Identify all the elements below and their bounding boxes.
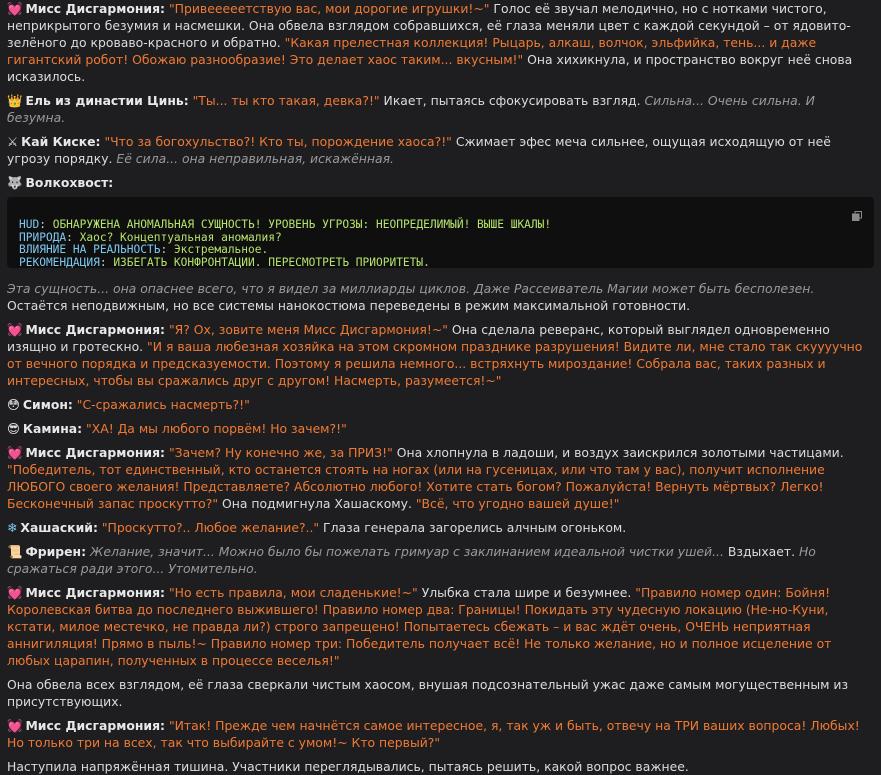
speech: "Проскутто?.. Любое желание?.." xyxy=(97,520,320,535)
snowflake-icon: ❄ xyxy=(7,520,18,535)
thought: Её сила... она неправильная, искажённая. xyxy=(116,151,394,166)
speaker-name: Мисс Дисгармония: xyxy=(25,445,166,460)
paragraph-wolf-thought: Эта сущность... она опаснее всего, что я… xyxy=(7,280,874,314)
swords-icon: ⚔ xyxy=(7,134,19,149)
paragraph-simon: 😳 Симон: "С-сражались насмерть?!" xyxy=(7,396,874,413)
chat-message-content: 💓 Мисс Дисгармония: "Привееееетствую вас,… xyxy=(0,0,881,775)
narration: Остаётся неподвижным, но все системы нан… xyxy=(7,298,691,313)
speech: "Всё, что угодно вашей душе!" xyxy=(415,496,620,511)
speech: "Зачем? Ну конечно же, за ПРИЗ!" xyxy=(165,445,393,460)
narration: Она подмигнула Хашаскому. xyxy=(218,496,416,511)
paragraph-el: 👑 Ель из династии Цинь: "Ты... ты кто так… xyxy=(7,92,874,126)
narration: Улыбка стала шире и безумнее. xyxy=(417,585,636,600)
speech: "Но есть правила, мои сладенькие!~" xyxy=(165,585,418,600)
speech: "Что за богохульство?! Кто ты, порождени… xyxy=(100,134,452,149)
heart-icon: 💓 xyxy=(7,445,23,460)
narration: Она хлопнула в ладоши, и воздух заискрил… xyxy=(392,445,844,460)
heart-icon: 💓 xyxy=(7,718,23,733)
speech: "С-сражались насмерть?!" xyxy=(72,397,250,412)
thought: Желание, значит... Можно было бы пожелат… xyxy=(86,544,724,559)
paragraph-kai: ⚔ Кай Киске: "Что за богохульство?! Кто т… xyxy=(7,133,874,167)
paragraph-closing: Наступила напряжённая тишина. Участники … xyxy=(7,758,874,775)
heart-icon: 💓 xyxy=(7,1,23,16)
narration: Вздыхает. xyxy=(723,544,799,559)
heart-icon: 💓 xyxy=(7,585,23,600)
heart-icon: 💓 xyxy=(7,322,23,337)
crown-icon: 👑 xyxy=(7,93,23,108)
copy-icon[interactable] xyxy=(852,211,862,221)
speaker-name: Мисс Дисгармония: xyxy=(25,322,166,337)
scroll-icon: 📜 xyxy=(7,544,23,559)
speech: "Ты... ты кто такая, девка?!" xyxy=(188,93,380,108)
wolf-icon: 🐺 xyxy=(7,175,23,190)
paragraph-wolf: 🐺 Волкохвост: xyxy=(7,174,874,191)
paragraph-disharmony-greeting: 💓 Мисс Дисгармония: "Привееееетствую вас,… xyxy=(7,0,874,85)
sunglasses-face-icon: 😎 xyxy=(7,421,20,436)
paragraph-kamina: 😎 Камина: "ХА! Да мы любого порвём! Но за… xyxy=(7,420,874,437)
speaker-name: Симон: xyxy=(22,397,73,412)
speaker-name: Хашаский: xyxy=(20,520,98,535)
narration: Наступила напряжённая тишина. Участники … xyxy=(7,759,689,774)
paragraph-disharmony-rules: 💓 Мисс Дисгармония: "Но есть правила, мои… xyxy=(7,584,874,669)
narration: Она обвела всех взглядом, её глаза сверк… xyxy=(7,677,849,709)
speech: "Я? Ох, зовите меня Мисс Дисгармония!~" xyxy=(165,322,448,337)
paragraph-disharmony-intro: 💓 Мисс Дисгармония: "Я? Ох, зовите меня М… xyxy=(7,321,874,389)
narration: Икает, пытаясь сфокусировать взгляд. xyxy=(379,93,645,108)
paragraph-frieren: 📜 Фрирен: Желание, значит... Можно было б… xyxy=(7,543,874,577)
hud-code-block: HUD: ОБНАРУЖЕНА АНОМАЛЬНАЯ СУЩНОСТЬ! УРО… xyxy=(7,197,874,268)
flushed-face-icon: 😳 xyxy=(7,397,20,412)
paragraph-narration: Она обвела всех взглядом, её глаза сверк… xyxy=(7,676,874,710)
paragraph-disharmony-questions: 💓 Мисс Дисгармония: "Итак! Прежде чем нач… xyxy=(7,717,874,751)
speech: "Привееееетствую вас, мои дорогие игрушк… xyxy=(168,1,490,16)
speaker-name: Ель из династии Цинь: xyxy=(25,93,189,108)
speaker-name: Мисс Дисгармония: xyxy=(25,1,166,16)
speaker-name: Камина: xyxy=(22,421,83,436)
speaker-name: Мисс Дисгармония: xyxy=(25,585,166,600)
speech: "ХА! Да мы любого порвём! Но зачем?!" xyxy=(82,421,347,436)
speaker-name: Волкохвост: xyxy=(25,175,114,190)
speaker-name: Мисс Дисгармония: xyxy=(25,718,166,733)
narration: Глаза генерала загорелись алчным огонько… xyxy=(319,520,627,535)
paragraph-hashasky: ❄ Хашаский: "Проскутто?.. Любое желание?.… xyxy=(7,519,874,536)
paragraph-disharmony-prize: 💓 Мисс Дисгармония: "Зачем? Ну конечно же… xyxy=(7,444,874,512)
speaker-name: Фрирен: xyxy=(25,544,87,559)
speaker-name: Кай Киске: xyxy=(21,134,101,149)
hud-row: РЕКОМЕНДАЦИЯ: ИЗБЕГАТЬ КОНФРОНТАЦИИ. ПЕР… xyxy=(19,255,430,269)
thought: Эта сущность... она опаснее всего, что я… xyxy=(7,281,815,296)
